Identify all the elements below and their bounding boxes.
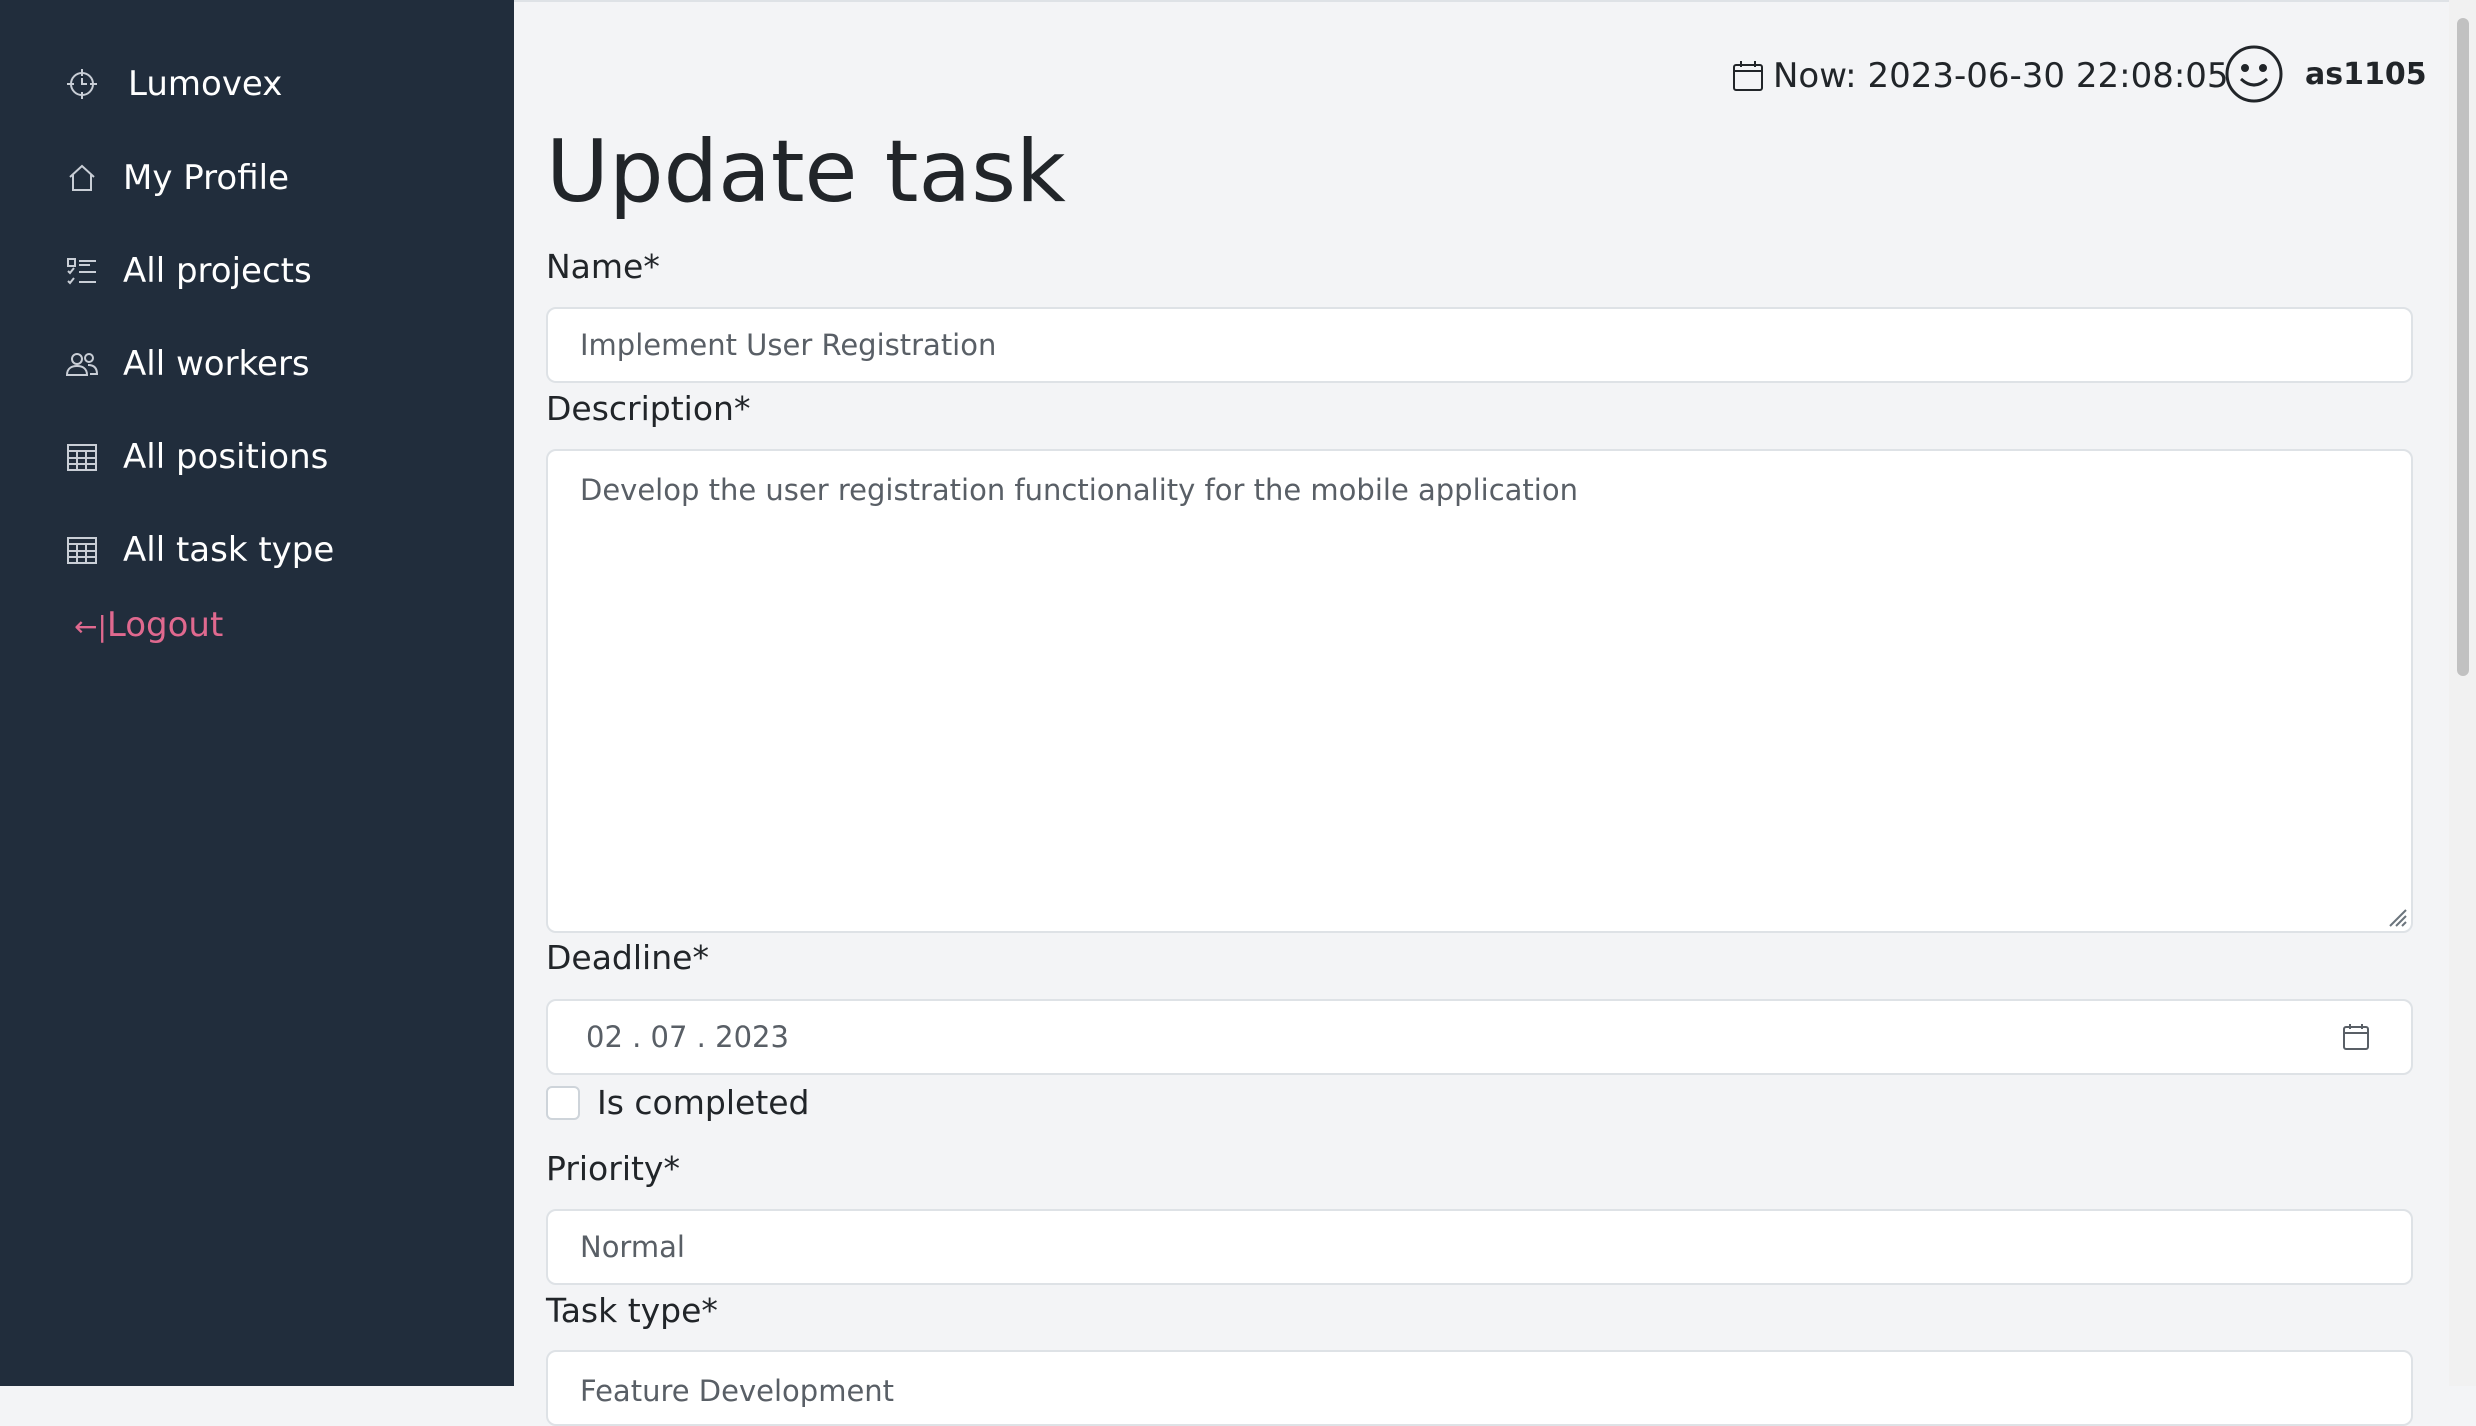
page-title: Update task	[546, 122, 1066, 222]
name-input[interactable]: Implement User Registration	[546, 307, 2413, 383]
deadline-label: Deadline*	[546, 938, 709, 977]
description-textarea[interactable]: Develop the user registration functional…	[546, 449, 2413, 933]
name-label: Name*	[546, 247, 660, 286]
deadline-date-input[interactable]: 02 . 07 . 2023	[546, 999, 2413, 1075]
sidebar-item-label: My Profile	[123, 158, 289, 198]
is-completed-row[interactable]: Is completed	[546, 1083, 810, 1122]
calendar-picker-icon[interactable]	[2341, 1022, 2371, 1052]
sidebar-item-label: All workers	[123, 344, 310, 384]
sidebar-item-label: All positions	[123, 437, 329, 477]
priority-select[interactable]: Normal	[546, 1209, 2413, 1285]
priority-value: Normal	[580, 1230, 685, 1264]
logout-icon: ←|	[74, 610, 107, 643]
table-icon	[62, 530, 102, 570]
scrollbar[interactable]	[2449, 0, 2476, 1386]
description-value: Develop the user registration functional…	[580, 473, 1578, 507]
is-completed-checkbox[interactable]	[546, 1085, 580, 1120]
is-completed-label: Is completed	[597, 1083, 810, 1122]
name-value: Implement User Registration	[580, 328, 997, 362]
sidebar-item-label: All projects	[123, 251, 312, 291]
description-label: Description*	[546, 389, 751, 428]
task-type-value: Feature Development	[580, 1374, 895, 1408]
sidebar-item-my-profile[interactable]: My Profile	[62, 148, 289, 208]
sidebar-item-all-positions[interactable]: All positions	[62, 427, 328, 487]
sidebar: Lumovex My Profile All projects All work…	[0, 0, 514, 1386]
current-time-label: Now: 2023-06-30 22:08:05	[1773, 56, 2229, 96]
smiley-avatar-icon[interactable]	[2224, 44, 2284, 104]
table-icon	[62, 437, 102, 477]
task-type-select[interactable]: Feature Development	[546, 1350, 2413, 1426]
deadline-value: 02 . 07 . 2023	[586, 1020, 789, 1054]
sidebar-item-all-task-type[interactable]: All task type	[62, 520, 334, 580]
username[interactable]: as1105	[2305, 57, 2427, 92]
sidebar-item-label: All task type	[123, 530, 335, 570]
sidebar-item-all-projects[interactable]: All projects	[62, 241, 312, 301]
task-type-label: Task type*	[546, 1291, 718, 1330]
scrollbar-thumb[interactable]	[2457, 18, 2469, 676]
brand-link[interactable]: Lumovex	[62, 54, 282, 114]
logout-label: Logout	[106, 605, 224, 645]
crosshair-icon	[62, 64, 102, 104]
people-icon	[62, 344, 102, 384]
current-time: Now: 2023-06-30 22:08:05	[1731, 56, 2229, 96]
brand-label: Lumovex	[128, 64, 283, 104]
checklist-icon	[62, 251, 102, 291]
logout-link[interactable]: ←|Logout	[74, 605, 223, 645]
calendar-icon	[1733, 61, 1763, 91]
priority-label: Priority*	[546, 1149, 680, 1188]
sidebar-item-all-workers[interactable]: All workers	[62, 334, 310, 394]
home-icon	[62, 158, 102, 198]
resize-handle-icon[interactable]	[2385, 905, 2407, 927]
